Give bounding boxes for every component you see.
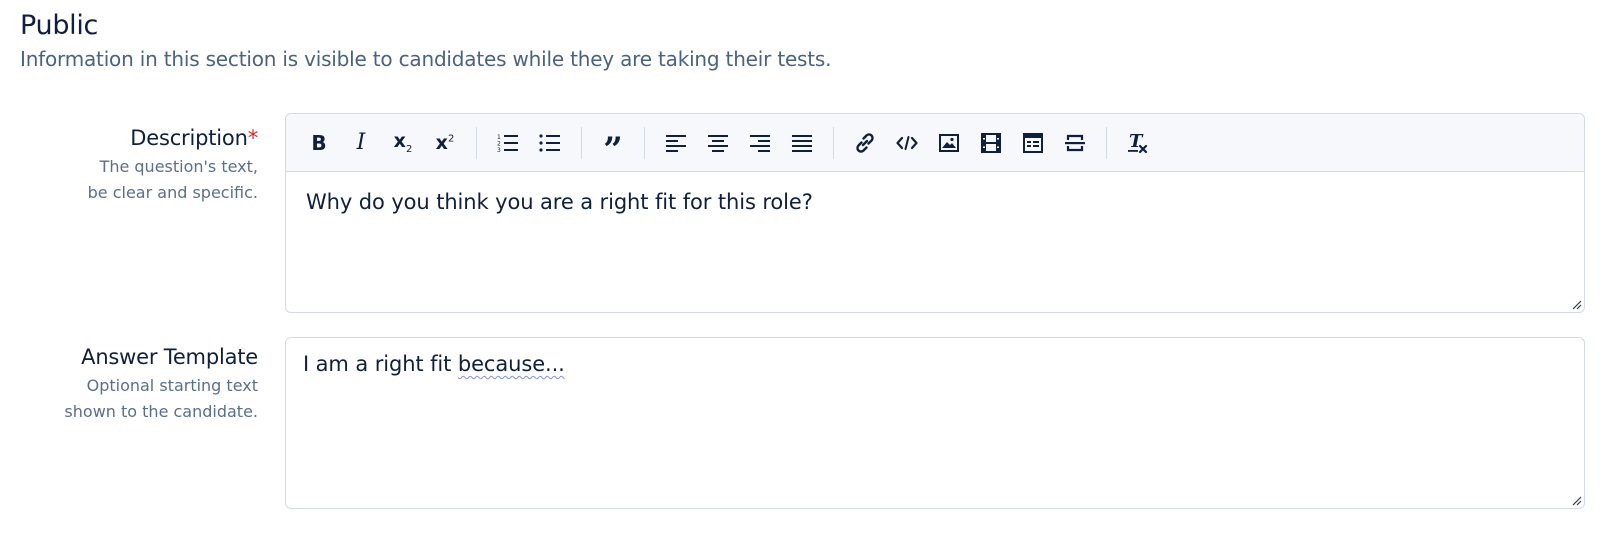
subscript-base: x	[393, 130, 406, 153]
italic-icon: I	[356, 130, 366, 155]
link-button[interactable]	[844, 123, 886, 163]
link-icon	[856, 132, 874, 153]
toolbar-divider	[644, 126, 645, 159]
align-right-icon	[750, 134, 770, 152]
align-justify-button[interactable]	[781, 123, 823, 163]
toolbar-divider	[833, 126, 834, 159]
align-center-button[interactable]	[697, 123, 739, 163]
subscript-icon: x2	[394, 130, 413, 155]
section-title: Public	[20, 10, 99, 41]
code-button[interactable]	[886, 123, 928, 163]
resize-handle-icon[interactable]	[1570, 298, 1582, 310]
answer-help: Optional starting text shown to the cand…	[64, 373, 258, 425]
superscript-button[interactable]: x2	[424, 123, 466, 163]
bullet-list-button[interactable]	[529, 123, 571, 163]
table-icon	[1023, 132, 1043, 153]
answer-template-textarea[interactable]: I am a right fit because...	[285, 337, 1585, 509]
align-center-icon	[708, 134, 728, 152]
answer-help-line1: Optional starting text	[86, 376, 258, 395]
editor-toolbar: B I x2 x2 123 ” T	[286, 114, 1584, 172]
bullet-list-icon	[539, 133, 560, 152]
italic-button[interactable]: I	[340, 123, 382, 163]
align-left-icon	[666, 134, 686, 152]
answer-help-line2: shown to the candidate.	[64, 402, 258, 421]
horizontal-rule-icon	[1065, 134, 1085, 151]
video-button[interactable]	[970, 123, 1012, 163]
section-subtitle: Information in this section is visible t…	[20, 47, 832, 71]
answer-text-prefix: I am a right fit	[303, 352, 458, 376]
blockquote-button[interactable]: ”	[592, 123, 634, 167]
spellcheck-flagged-word: because...	[457, 352, 565, 376]
ordered-list-icon: 123	[497, 134, 518, 153]
align-left-button[interactable]	[655, 123, 697, 163]
description-label: Description*	[88, 126, 258, 150]
table-button[interactable]	[1012, 123, 1054, 163]
description-content[interactable]: Why do you think you are a right fit for…	[286, 172, 1584, 232]
toolbar-divider	[476, 126, 477, 159]
answer-template-content[interactable]: I am a right fit because...	[286, 338, 1584, 390]
answer-template-label: Answer Template	[81, 345, 258, 369]
video-icon	[981, 132, 1001, 153]
description-editor: B I x2 x2 123 ” T Why do you think you a…	[285, 113, 1585, 313]
svg-text:3: 3	[497, 147, 501, 153]
clear-format-icon: T	[1128, 132, 1148, 153]
description-help-line2: be clear and specific.	[87, 183, 258, 202]
bold-icon: B	[311, 130, 327, 155]
superscript-base: x	[435, 131, 448, 154]
resize-handle-icon[interactable]	[1570, 494, 1582, 506]
horizontal-rule-button[interactable]	[1054, 123, 1096, 163]
answer-label-group: Answer Template Optional starting text s…	[64, 345, 258, 425]
image-icon	[939, 133, 959, 152]
subscript-mark: 2	[405, 143, 413, 155]
image-button[interactable]	[928, 123, 970, 163]
clear-format-button[interactable]: T	[1117, 123, 1159, 163]
align-justify-icon	[792, 134, 812, 152]
align-right-button[interactable]	[739, 123, 781, 163]
toolbar-divider	[1106, 126, 1107, 159]
superscript-mark: 2	[447, 133, 455, 145]
description-label-text: Description	[130, 126, 248, 150]
code-icon	[896, 135, 918, 150]
description-help-line1: The question's text,	[99, 157, 258, 176]
toolbar-divider	[581, 126, 582, 159]
superscript-icon: x2	[436, 132, 455, 154]
subscript-button[interactable]: x2	[382, 123, 424, 163]
blockquote-icon: ”	[603, 129, 623, 170]
description-help: The question's text, be clear and specif…	[88, 154, 258, 206]
ordered-list-button[interactable]: 123	[487, 123, 529, 163]
bold-button[interactable]: B	[298, 123, 340, 163]
description-label-group: Description* The question's text, be cle…	[88, 126, 259, 206]
required-marker: *	[247, 126, 259, 150]
